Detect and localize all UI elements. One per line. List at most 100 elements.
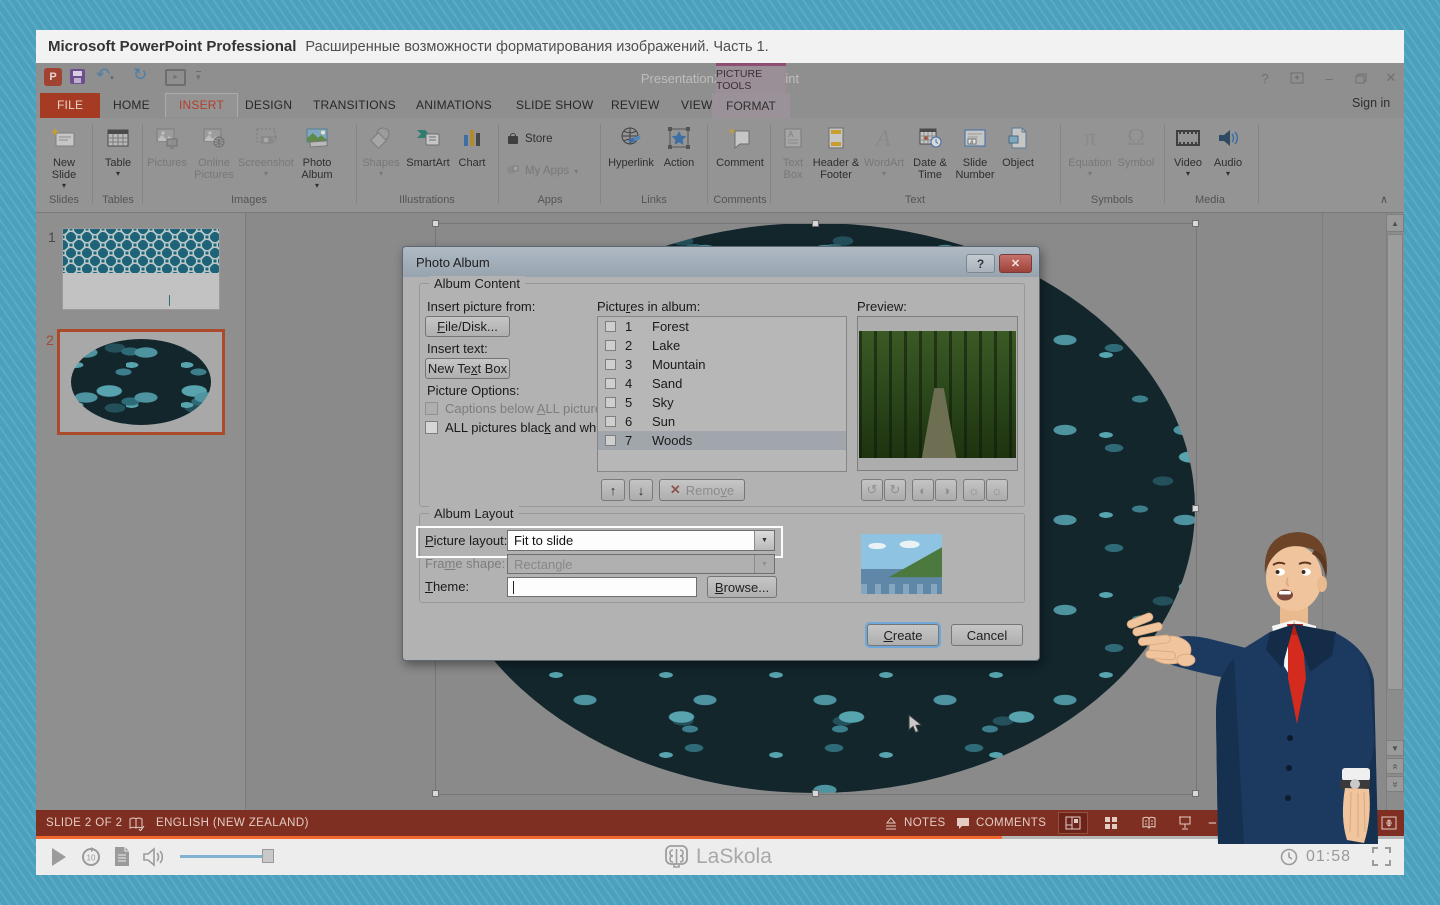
volume-slider-thumb[interactable] (262, 849, 274, 863)
smartart-button[interactable]: SmartArt (402, 120, 454, 169)
cancel-button[interactable]: Cancel (951, 624, 1023, 646)
handle-bottom-left[interactable] (432, 790, 439, 797)
new-slide-button[interactable]: New Slide (40, 120, 88, 189)
handle-bottom-center[interactable] (812, 790, 819, 797)
tab-file[interactable]: FILE (40, 93, 100, 118)
handle-top-center[interactable] (812, 220, 819, 227)
smartart-icon (414, 122, 442, 154)
close-icon[interactable]: ✕ (1378, 68, 1404, 88)
tab-insert[interactable]: INSERT (165, 93, 238, 117)
move-up-button[interactable]: ↑ (601, 479, 625, 501)
item-checkbox[interactable] (605, 435, 616, 446)
video-icon (1174, 122, 1202, 154)
slide-indicator[interactable]: SLIDE 2 OF 2 (46, 810, 122, 836)
item-checkbox[interactable] (605, 321, 616, 332)
comments-button[interactable]: COMMENTS (956, 810, 1046, 836)
date-time-button[interactable]: Date & Time (908, 120, 952, 181)
list-item[interactable]: 2Lake (598, 336, 846, 355)
list-item[interactable]: 3Mountain (598, 355, 846, 374)
slide2-thumbnail[interactable] (57, 329, 225, 435)
ribbon-display-options-icon[interactable] (1284, 68, 1310, 88)
fullscreen-button[interactable] (1372, 847, 1391, 871)
previous-slide-button[interactable]: » (1386, 758, 1404, 774)
list-item[interactable]: 6Sun (598, 412, 846, 431)
new-text-box-button[interactable]: New Text Box (425, 358, 510, 379)
dialog-title-bar[interactable]: Photo Album (403, 247, 1039, 277)
volume-slider-track[interactable] (180, 855, 268, 858)
hyperlink-icon (618, 122, 644, 154)
hyperlink-button[interactable]: Hyperlink (604, 120, 658, 169)
slide1-text-cursor (169, 295, 170, 306)
language-indicator[interactable]: ENGLISH (NEW ZEALAND) (156, 810, 309, 836)
remove-x-icon: ✕ (670, 482, 681, 498)
collapse-ribbon-icon[interactable]: ∧ (1380, 193, 1388, 206)
tab-review[interactable]: REVIEW (598, 93, 673, 118)
photo-album-button[interactable]: Photo Album (292, 120, 342, 189)
item-checkbox[interactable] (605, 416, 616, 427)
scrollbar-thumb[interactable] (1387, 234, 1403, 690)
scroll-down-button[interactable]: ▼ (1386, 740, 1404, 756)
move-down-button[interactable]: ↓ (629, 479, 653, 501)
tab-design[interactable]: DESIGN (232, 93, 305, 118)
handle-mid-right[interactable] (1192, 505, 1199, 512)
date-time-icon (917, 122, 943, 154)
handle-top-left[interactable] (432, 220, 439, 227)
tab-home[interactable]: HOME (100, 93, 163, 118)
volume-button[interactable] (142, 846, 166, 873)
action-button[interactable]: Action (658, 120, 700, 169)
minimize-icon[interactable]: – (1316, 68, 1342, 88)
normal-view-button[interactable] (1058, 812, 1088, 834)
tab-slide-show[interactable]: SLIDE SHOW (503, 93, 606, 118)
sign-in-link[interactable]: Sign in (1352, 96, 1390, 110)
video-button[interactable]: Video (1168, 120, 1208, 177)
dialog-close-button[interactable]: ✕ (999, 254, 1032, 273)
slide-number-button[interactable]: # Slide Number (952, 120, 998, 181)
wordart-button: A WordArt (860, 120, 908, 177)
combo-arrow-icon[interactable]: ▼ (754, 531, 774, 550)
help-icon: ? (977, 257, 984, 271)
dialog-help-button[interactable]: ? (966, 254, 995, 273)
table-button[interactable]: Table (98, 120, 138, 177)
restore-icon[interactable] (1348, 68, 1374, 88)
header-footer-button[interactable]: Header & Footer (812, 120, 860, 181)
scroll-up-button[interactable]: ▲ (1386, 214, 1404, 232)
tab-view[interactable]: VIEW (668, 93, 725, 118)
black-white-checkbox[interactable] (425, 421, 438, 434)
list-item[interactable]: 1Forest (598, 317, 846, 336)
list-item[interactable]: 5Sky (598, 393, 846, 412)
picture-tools-header: PICTURE TOOLS (716, 63, 786, 93)
down-arrow-icon: ↓ (638, 483, 645, 498)
item-checkbox[interactable] (605, 340, 616, 351)
rewind-10-button[interactable]: 10 (80, 846, 102, 873)
help-icon[interactable]: ? (1252, 68, 1278, 88)
item-checkbox[interactable] (605, 359, 616, 370)
shapes-button: Shapes (360, 120, 402, 177)
object-button[interactable]: Object (998, 120, 1038, 169)
list-item-selected[interactable]: 7Woods (598, 431, 846, 450)
file-disk-button[interactable]: File/Disk... (425, 316, 510, 337)
handle-top-right[interactable] (1192, 220, 1199, 227)
store-button[interactable]: Store (506, 128, 594, 150)
up-arrow-icon: ↑ (610, 483, 617, 498)
spellcheck-icon[interactable] (128, 810, 145, 836)
picture-layout-combo[interactable]: Fit to slide ▼ (507, 530, 775, 551)
audio-button[interactable]: Audio (1208, 120, 1248, 177)
browse-button[interactable]: Browse... (707, 576, 777, 598)
slide1-thumbnail[interactable] (62, 228, 220, 310)
text-box-button: A Text Box (774, 120, 812, 181)
next-slide-button[interactable]: » (1386, 776, 1404, 792)
chart-button[interactable]: Chart (454, 120, 490, 169)
tab-transitions[interactable]: TRANSITIONS (300, 93, 409, 118)
ribbon-group-apps: Store My Apps ▾ Apps (506, 120, 594, 210)
tab-animations[interactable]: ANIMATIONS (403, 93, 505, 118)
notes-button[interactable]: NOTES (884, 810, 946, 836)
lecture-notes-button[interactable] (114, 846, 130, 872)
create-button[interactable]: Create (867, 624, 939, 646)
item-checkbox[interactable] (605, 378, 616, 389)
theme-input[interactable] (507, 577, 697, 597)
play-button[interactable] (52, 848, 66, 866)
list-item[interactable]: 4Sand (598, 374, 846, 393)
pictures-listbox[interactable]: 1Forest 2Lake 3Mountain 4Sand 5Sky 6Sun … (597, 316, 847, 472)
item-checkbox[interactable] (605, 397, 616, 408)
comment-button[interactable]: Comment (711, 120, 769, 169)
